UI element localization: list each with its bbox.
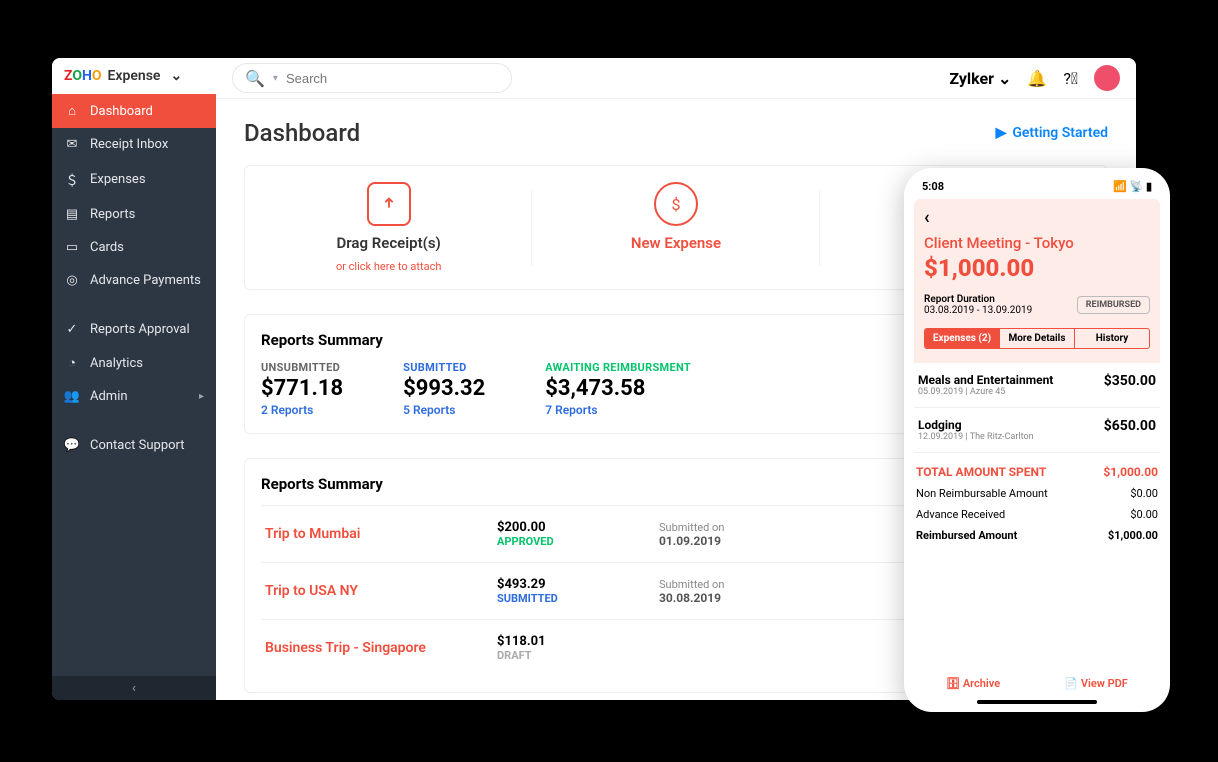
sidebar-collapse[interactable]: ‹ [52, 676, 216, 700]
sidebar-item-label: Contact Support [90, 438, 185, 453]
submitted-link[interactable]: 5 Reports [403, 403, 485, 417]
sidebar-item-dashboard[interactable]: ⌂ Dashboard [52, 94, 216, 128]
mobile-preview: 5:08 📶 📡 ▮ ‹ Client Meeting - Tokyo $1,0… [904, 168, 1170, 712]
report-amount-col: $493.29 SUBMITTED [497, 577, 647, 605]
status-badge: REIMBURSED [1077, 296, 1150, 314]
report-amount: $1,000.00 [924, 254, 1150, 282]
awaiting-link[interactable]: 7 Reports [545, 403, 691, 417]
submitted-col: SUBMITTED $993.32 5 Reports [403, 361, 485, 417]
folder-icon: ▤ [64, 207, 80, 222]
drag-receipts-action[interactable]: Drag Receipt(s) or click here to attach [245, 182, 532, 273]
help-icon[interactable]: ?⃝ [1063, 69, 1078, 88]
sidebar-item-label: Dashboard [90, 104, 153, 119]
coins-icon: ◎ [64, 273, 80, 288]
product-name: Expense [108, 68, 161, 84]
upload-icon [367, 182, 411, 226]
topbar: 🔍 ▾ Zylker ⌄ 🔔 ?⃝ [216, 58, 1136, 99]
sidebar-item-reports[interactable]: ▤ Reports [52, 198, 216, 231]
expense-item[interactable]: Meals and Entertainment05.09.2019 | Azur… [914, 363, 1160, 408]
report-date-col: Submitted on 30.08.2019 [659, 578, 839, 605]
report-name: Business Trip - Singapore [265, 640, 485, 656]
drag-label: Drag Receipt(s) [337, 234, 441, 252]
signal-wifi-battery-icon: 📶 📡 ▮ [1113, 180, 1152, 193]
chevron-left-icon: ‹ [132, 681, 136, 696]
status-bar: 5:08 📶 📡 ▮ [914, 178, 1160, 199]
awaiting-col: AWAITING REIMBURSMENT $3,473.58 7 Report… [545, 361, 691, 417]
report-amount-col: $118.01 DRAFT [497, 634, 647, 662]
sidebar-item-label: Reports [90, 207, 135, 222]
back-button[interactable]: ‹ [924, 207, 930, 228]
search-input[interactable] [286, 71, 499, 86]
chat-icon: 💬 [64, 438, 80, 453]
play-icon: ▶ [996, 125, 1007, 141]
expense-item[interactable]: Lodging12.09.2019 | The Ritz-Carlton$650… [914, 408, 1160, 453]
users-icon: 👥 [64, 389, 80, 404]
new-expense-action[interactable]: $ New Expense [532, 182, 819, 273]
sidebar-item-reports-approval[interactable]: ✓ Reports Approval [52, 313, 216, 346]
sidebar-item-analytics[interactable]: ◔ Analytics [52, 346, 216, 380]
sidebar-item-label: Receipt Inbox [90, 137, 168, 152]
time: 5:08 [922, 180, 944, 193]
clock-icon: ◔ [64, 355, 80, 371]
getting-started-link[interactable]: ▶ Getting Started [996, 125, 1108, 141]
zoho-logo: ZOHO [64, 68, 102, 84]
card-icon: ▭ [64, 240, 80, 255]
sidebar-item-advance-payments[interactable]: ◎ Advance Payments [52, 264, 216, 297]
chevron-down-icon: ⌄ [170, 68, 182, 84]
phone-actions: 🗄 Archive 📄 View PDF [914, 671, 1160, 696]
archive-button[interactable]: 🗄 Archive [946, 677, 1000, 690]
sidebar-item-receipt-inbox[interactable]: ✉ Receipt Inbox [52, 128, 216, 161]
bell-icon[interactable]: 🔔 [1027, 69, 1047, 88]
report-title: Client Meeting - Tokyo [924, 234, 1150, 252]
sidebar-item-label: Advance Payments [90, 273, 201, 288]
report-amount-col: $200.00 APPROVED [497, 520, 647, 548]
org-name: Zylker [949, 69, 994, 88]
sidebar-item-contact-support[interactable]: 💬 Contact Support [52, 429, 216, 462]
page-title: Dashboard [244, 119, 360, 147]
sidebar-item-label: Cards [90, 240, 124, 255]
duration-value: 03.08.2019 - 13.09.2019 [924, 305, 1032, 316]
sidebar-item-label: Analytics [90, 356, 143, 371]
report-name: Trip to USA NY [265, 583, 485, 599]
approval-icon: ✓ [64, 322, 80, 337]
duration-label: Report Duration [924, 294, 1032, 305]
sidebar-item-expenses[interactable]: ＄ Expenses [52, 161, 216, 198]
tab-expenses[interactable]: Expenses (2) [925, 329, 1000, 348]
totals: TOTAL AMOUNT SPENT$1,000.00 Non Reimburs… [914, 461, 1160, 546]
view-pdf-button[interactable]: 📄 View PDF [1064, 677, 1127, 690]
tab-details[interactable]: More Details [1000, 329, 1075, 348]
org-switcher[interactable]: Zylker ⌄ [949, 69, 1011, 88]
home-icon: ⌂ [64, 103, 80, 119]
unsubmitted-col: UNSUBMITTED $771.18 2 Reports [261, 361, 343, 417]
dollar-icon: ＄ [64, 170, 80, 189]
tabs: Expenses (2) More Details History [924, 328, 1150, 349]
search-input-wrap[interactable]: 🔍 ▾ [232, 63, 512, 93]
report-date-col: Submitted on 01.09.2019 [659, 521, 839, 548]
search-icon: 🔍 [245, 69, 265, 88]
sidebar-item-cards[interactable]: ▭ Cards [52, 231, 216, 264]
chevron-down-icon: ⌄ [998, 69, 1011, 88]
chevron-down-icon: ▾ [273, 73, 278, 84]
tab-history[interactable]: History [1075, 329, 1149, 348]
brand-switcher[interactable]: ZOHO Expense ⌄ [52, 58, 216, 94]
sidebar-item-label: Reports Approval [90, 322, 190, 337]
home-indicator [977, 700, 1097, 704]
report-header: ‹ Client Meeting - Tokyo $1,000.00 Repor… [914, 199, 1160, 363]
avatar[interactable] [1094, 65, 1120, 91]
sidebar-item-label: Admin [90, 389, 128, 404]
sidebar: ZOHO Expense ⌄ ⌂ Dashboard ✉ Receipt Inb… [52, 58, 216, 700]
report-name: Trip to Mumbai [265, 526, 485, 542]
sidebar-item-admin[interactable]: 👥 Admin [52, 380, 216, 413]
unsubmitted-link[interactable]: 2 Reports [261, 403, 343, 417]
sidebar-item-label: Expenses [90, 172, 146, 187]
new-expense-label: New Expense [631, 234, 721, 252]
drag-sublabel: or click here to attach [336, 260, 441, 273]
dollar-icon: $ [654, 182, 698, 226]
envelope-icon: ✉ [64, 137, 80, 152]
